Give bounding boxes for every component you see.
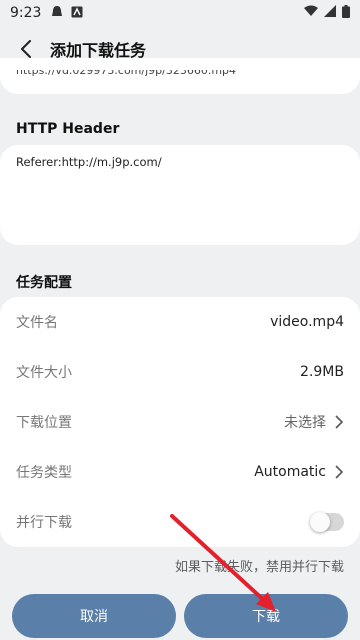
row-task-type[interactable]: 任务类型 Automatic: [0, 447, 360, 497]
download-location-label: 下载位置: [16, 415, 72, 431]
app-notification-icon: [71, 6, 83, 21]
toggle-knob: [310, 512, 330, 532]
download-button[interactable]: 下载: [184, 594, 348, 638]
battery-icon: [342, 4, 350, 22]
filesize-label: 文件大小: [16, 365, 72, 381]
url-value: https://vd.029973.com/j9p/323660.mp4: [16, 64, 237, 77]
row-filename[interactable]: 文件名 video.mp4: [0, 297, 360, 347]
filename-label: 文件名: [16, 315, 58, 331]
http-header-value: Referer:http://m.j9p.com/: [16, 155, 162, 169]
filename-value: video.mp4: [270, 314, 344, 330]
chevron-right-icon: [335, 415, 344, 429]
wifi-icon: [304, 5, 318, 21]
back-arrow-icon: [21, 40, 31, 58]
row-parallel-download: 并行下载: [0, 497, 360, 547]
row-download-location[interactable]: 下载位置 未选择: [0, 397, 360, 447]
task-type-value: Automatic: [254, 464, 326, 480]
chevron-right-icon: [335, 465, 344, 479]
cancel-button[interactable]: 取消: [12, 594, 176, 638]
http-header-field[interactable]: Referer:http://m.j9p.com/: [0, 145, 360, 245]
status-time: 9:23: [10, 5, 42, 21]
status-bar: 9:23: [0, 0, 360, 26]
parallel-download-label: 并行下载: [16, 515, 72, 531]
filesize-value: 2.9MB: [300, 364, 344, 380]
download-location-value: 未选择: [284, 415, 326, 431]
task-type-label: 任务类型: [16, 465, 72, 481]
task-config-title: 任务配置: [16, 275, 72, 291]
parallel-download-toggle[interactable]: [310, 512, 344, 532]
row-filesize: 文件大小 2.9MB: [0, 347, 360, 397]
signal-icon: [324, 5, 336, 21]
notification-icon: [51, 5, 63, 21]
url-field[interactable]: https://vd.029973.com/j9p/323660.mp4: [0, 58, 360, 94]
parallel-hint: 如果下载失败，禁用并行下载: [174, 560, 344, 575]
http-header-title: HTTP Header: [16, 121, 120, 137]
